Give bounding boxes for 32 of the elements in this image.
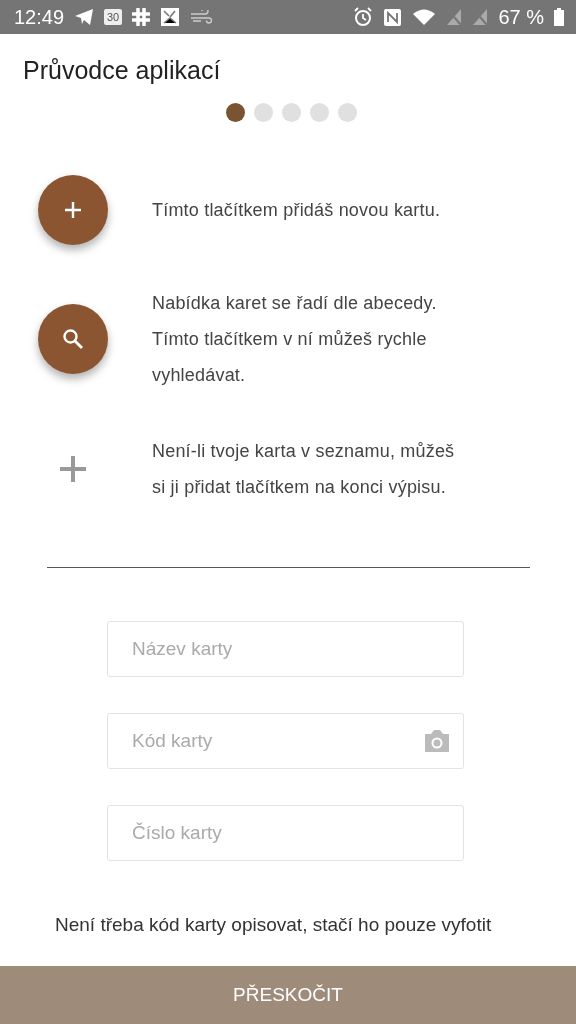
no-sim-icon (446, 8, 463, 26)
input-field[interactable]: Číslo karty (107, 805, 464, 861)
plus-icon (59, 455, 87, 483)
wifi-icon (412, 8, 437, 26)
alarm-icon (353, 7, 374, 27)
page-dot[interactable] (225, 103, 245, 122)
calendar-icon: 30 (104, 9, 123, 25)
search-icon (62, 328, 84, 350)
input-field[interactable]: Kód karty (107, 713, 464, 769)
wind-icon (190, 10, 213, 24)
screen-title: Průvodce aplikací (23, 58, 222, 83)
skip-button[interactable]: PŘESKOČIT (0, 966, 576, 1024)
page-dot[interactable] (337, 103, 357, 122)
input-field[interactable]: Název karty (107, 621, 464, 677)
page-dot[interactable] (309, 103, 329, 122)
hash-icon (132, 8, 151, 26)
camera-icon[interactable] (422, 728, 452, 754)
add-button[interactable] (38, 175, 108, 245)
battery-icon (554, 8, 564, 26)
info-paragraph: Není třeba kód karty opisovat, stačí ho pouze vyfotit (55, 913, 493, 937)
tip-text: Nabídka karet se řadí dle abecedy. Tímto tlačítkem v ní můžeš rychle vyhledávat. (152, 292, 438, 387)
battery-percent: 67 % (498, 5, 544, 29)
tip-text: Není-li tvoje karta v seznamu, můžeš si ji přidat tlačítkem na konci výpisu. (152, 440, 456, 499)
nfc-icon (383, 7, 403, 27)
search-button[interactable] (38, 304, 108, 374)
plus-icon (63, 200, 83, 220)
page-dot[interactable] (253, 103, 273, 122)
no-sim-icon (472, 8, 489, 26)
page-dot[interactable] (281, 103, 301, 122)
clock: 12:49 (14, 5, 65, 29)
tip-text: Tímto tlačítkem přidáš novou kartu. (152, 199, 442, 222)
paper-plane-icon (74, 8, 95, 26)
